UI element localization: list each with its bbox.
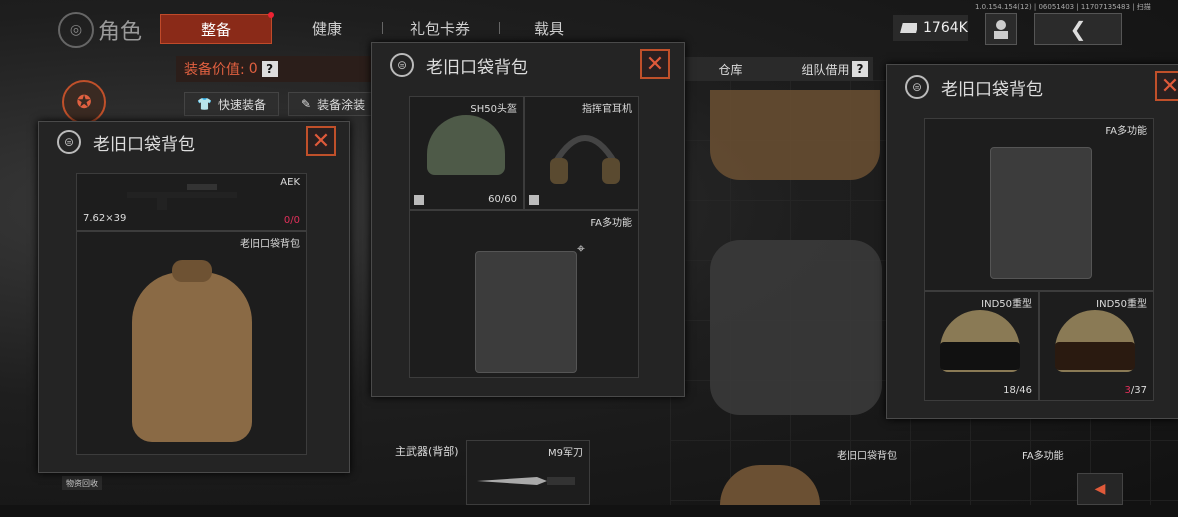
vest-slot[interactable]: FA多功能 ⌖ — [409, 210, 639, 378]
durability: 18/46 — [1003, 385, 1032, 396]
page-title: 角色 — [98, 20, 143, 45]
tab-label: 整备 — [200, 20, 231, 39]
globe-icon: ⊜ — [57, 130, 81, 154]
package-icon — [529, 195, 539, 205]
help-icon[interactable]: ? — [852, 61, 868, 77]
panel-header: ⊜ 老旧口袋背包 — [39, 122, 349, 162]
panel-title: 老旧口袋背包 — [426, 57, 528, 78]
helmet-slot[interactable]: IND50重型 18/46 — [924, 291, 1039, 401]
item-name: FA多功能 — [590, 218, 632, 229]
skin-button[interactable]: ✎ 装备涂装 — [288, 92, 379, 116]
middle-bag-panel: ⊜ 老旧口袋背包 ✕ SH50头盔 60/60 指挥官耳机 FA多功能 ⌖ — [371, 42, 685, 397]
tab-label: 载具 — [533, 19, 564, 38]
tab-vehicle[interactable]: 载具 — [512, 14, 586, 42]
equip-value: 0 — [248, 61, 258, 77]
durability-total: /37 — [1130, 385, 1147, 396]
item-name: SH50头盔 — [470, 104, 517, 115]
helmet-image — [427, 115, 505, 175]
tab-health[interactable]: 健康 — [290, 14, 364, 42]
durability: 3/37 — [1125, 385, 1147, 396]
cash-icon — [900, 23, 917, 33]
currency-amount: 1764K — [923, 20, 968, 36]
ammo-total: /0 — [290, 215, 300, 226]
equip-value-label: 装备价值: — [184, 62, 245, 78]
tab-label: 健康 — [311, 19, 342, 38]
item-name: 老旧口袋背包 — [240, 239, 300, 250]
panel-header: ⊜ 老旧口袋背包 — [372, 43, 684, 87]
vest-image — [990, 147, 1092, 279]
visor-image — [940, 342, 1020, 370]
panel-title: 老旧口袋背包 — [941, 79, 1043, 100]
weapon-slot[interactable]: AEK 7.62×39 0/0 — [76, 173, 307, 231]
rabbit-emblem-icon[interactable]: ✪ — [62, 80, 106, 124]
tab-divider — [499, 22, 500, 34]
knife-icon — [477, 477, 575, 485]
close-icon: ✕ — [645, 51, 665, 77]
notification-dot — [268, 12, 274, 18]
backpack-image — [710, 90, 880, 180]
tab-warehouse[interactable]: 仓库 — [683, 61, 778, 78]
close-icon: ✕ — [1160, 73, 1178, 99]
close-button[interactable]: ✕ — [306, 126, 336, 156]
brush-icon: ✎ — [301, 97, 312, 111]
quick-equip-label: 快速装备 — [217, 97, 266, 112]
recycle-button[interactable]: 物资回收 — [62, 476, 102, 490]
vest-image — [710, 240, 882, 415]
collapse-button[interactable]: ◀ — [1077, 473, 1123, 505]
bag-slot[interactable]: 老旧口袋背包 — [76, 231, 307, 455]
tab-equip[interactable]: 整备 — [160, 12, 274, 44]
user-button[interactable] — [985, 13, 1017, 45]
close-button[interactable]: ✕ — [640, 49, 670, 79]
close-icon: ✕ — [311, 128, 331, 154]
panel-header: ⊜ 老旧口袋背包 — [887, 65, 1178, 109]
globe-icon: ⊜ — [905, 75, 929, 99]
panel-title: 老旧口袋背包 — [93, 134, 195, 155]
bottom-strip — [0, 505, 1178, 517]
close-button[interactable]: ✕ — [1155, 71, 1178, 101]
durability: 60/60 — [488, 194, 517, 205]
item-name: FA多功能 — [1105, 126, 1147, 137]
package-icon — [414, 195, 424, 205]
triangle-left-icon: ◀ — [1094, 481, 1106, 497]
crosshair-icon: ⌖ — [577, 241, 585, 257]
item-name: IND50重型 — [1096, 299, 1147, 310]
ammo-type: 7.62×39 — [83, 213, 127, 224]
helmet-slot[interactable]: IND50重型 3/37 — [1039, 291, 1154, 401]
helmet-slot[interactable]: SH50头盔 60/60 — [409, 96, 524, 210]
right-bag-panel: ⊜ 老旧口袋背包 ✕ FA多功能 IND50重型 18/46 IND50重型 3… — [886, 64, 1178, 419]
left-bag-panel: ⊜ 老旧口袋背包 ✕ AEK 7.62×39 0/0 老旧口袋背包 — [38, 121, 350, 473]
item-name: IND50重型 — [981, 299, 1032, 310]
item-name: AEK — [280, 177, 300, 188]
ammo-count: 0/0 — [284, 215, 300, 226]
vest-slot[interactable]: FA多功能 — [924, 118, 1154, 291]
skin-label: 装备涂装 — [317, 97, 366, 112]
vest-image — [475, 251, 577, 373]
chevron-left-icon: ❮ — [1069, 17, 1087, 41]
globe-icon: ⊜ — [390, 53, 414, 77]
visor-image — [1055, 342, 1135, 370]
role-icon: ◎ — [58, 12, 94, 48]
headset-slot[interactable]: 指挥官耳机 — [524, 96, 639, 210]
soldier-icon — [994, 20, 1008, 39]
item-name: M9军刀 — [548, 448, 583, 459]
back-button[interactable]: ❮ — [1034, 13, 1122, 45]
backpack-top — [172, 260, 212, 282]
tab-divider — [382, 22, 383, 34]
warehouse-tabs: 仓库 组队借用 — [683, 57, 873, 81]
backpack-image — [132, 272, 252, 442]
rifle-icon — [127, 184, 237, 210]
primary-weapon-label: 主武器(背部) — [395, 445, 459, 458]
quick-equip-button[interactable]: 👕 快速装备 — [184, 92, 279, 116]
tab-gift-cards[interactable]: 礼包卡券 — [395, 14, 485, 42]
build-info: 1.0.154.154(12) | 06051403 | 11707135483… — [975, 3, 1151, 11]
knife-slot[interactable]: M9军刀 — [466, 440, 590, 505]
shirt-icon: 👕 — [197, 97, 212, 111]
headset-icon — [550, 135, 620, 184]
vest-slot-label: FA多功能 — [1022, 451, 1064, 462]
currency-display: 1764K — [893, 15, 968, 41]
bag-slot-label: 老旧口袋背包 — [837, 451, 897, 462]
tab-label: 礼包卡券 — [409, 19, 470, 38]
help-icon[interactable]: ? — [261, 61, 278, 77]
